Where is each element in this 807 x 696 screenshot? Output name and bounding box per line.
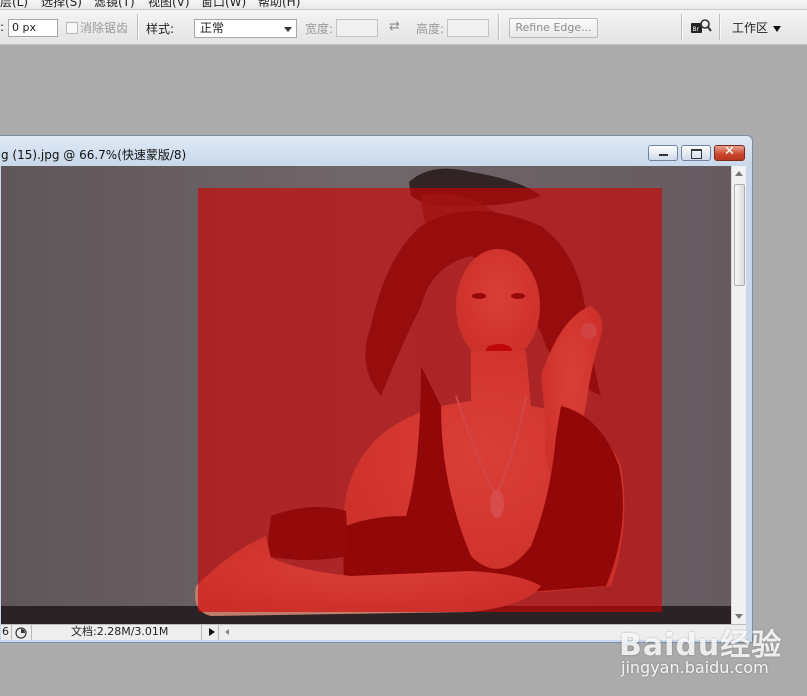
canvas[interactable]	[1, 166, 731, 624]
divider	[137, 14, 139, 40]
document-title: g (15).jpg @ 66.7%(快速蒙版/8)	[1, 148, 187, 162]
bridge-search-icon[interactable]: Br	[690, 18, 712, 36]
maximize-icon	[691, 149, 702, 159]
scroll-left-icon[interactable]	[225, 629, 229, 635]
close-icon: ✕	[724, 144, 735, 159]
workspace-button[interactable]: 工作区	[732, 19, 782, 36]
status-info-icon[interactable]	[15, 627, 27, 639]
width-label: 宽度:	[305, 22, 334, 36]
minimize-icon	[659, 154, 668, 156]
minimize-button[interactable]	[648, 145, 678, 161]
document-size: 文档:2.28M/3.01M	[71, 625, 169, 638]
menu-bar: 层(L) 选择(S) 滤镜(T) 视图(V) 窗口(W) 帮助(H)	[0, 0, 807, 10]
close-button[interactable]: ✕	[714, 144, 745, 161]
swap-arrows-icon[interactable]: ⇄	[389, 19, 400, 34]
feather-label-colon: :	[0, 20, 5, 34]
svg-text:Br: Br	[693, 26, 700, 33]
scroll-down-icon[interactable]	[735, 614, 743, 619]
width-input[interactable]	[336, 19, 378, 37]
chevron-down-icon	[284, 27, 292, 32]
divider	[31, 625, 32, 640]
divider	[11, 625, 12, 640]
menu-help[interactable]: 帮助(H)	[258, 0, 300, 9]
antialias-label: 消除锯齿	[80, 21, 129, 35]
divider	[498, 14, 500, 40]
menu-filter[interactable]: 滤镜(T)	[94, 0, 135, 9]
quick-mask-selection[interactable]	[198, 188, 662, 612]
photo-canvas[interactable]	[1, 166, 731, 624]
workspace-label: 工作区	[732, 21, 769, 35]
options-bar: : 0 px 消除锯齿 样式: 正常 宽度: ⇄ 高度: Refine Edge…	[0, 10, 807, 45]
maximize-button[interactable]	[681, 145, 711, 161]
antialias-checkbox[interactable]	[66, 22, 78, 34]
menu-window[interactable]: 窗口(W)	[201, 0, 246, 9]
scroll-thumb[interactable]	[734, 184, 745, 286]
menu-layer[interactable]: 层(L)	[0, 0, 28, 9]
height-label: 高度:	[416, 22, 445, 36]
divider	[201, 625, 202, 640]
zoom-value[interactable]: 6	[2, 625, 9, 639]
baidu-watermark-url: jingyan.baidu.com	[621, 658, 769, 677]
height-input[interactable]	[447, 19, 489, 37]
status-menu-arrow-icon[interactable]	[209, 628, 215, 636]
document-window: g (15).jpg @ 66.7%(快速蒙版/8) ✕ 6 文档:2.28M/…	[0, 135, 753, 643]
divider	[681, 14, 683, 40]
style-select-value: 正常	[200, 21, 225, 35]
chevron-down-icon	[773, 25, 782, 32]
menu-select[interactable]: 选择(S)	[41, 0, 82, 9]
divider	[218, 625, 219, 640]
menu-view[interactable]: 视图(V)	[148, 0, 190, 9]
feather-input[interactable]: 0 px	[8, 19, 58, 37]
scroll-up-icon[interactable]	[735, 171, 743, 176]
style-label: 样式:	[146, 22, 175, 36]
style-select[interactable]: 正常	[194, 19, 297, 38]
divider	[719, 14, 721, 40]
refine-edge-button[interactable]: Refine Edge...	[509, 18, 598, 38]
vertical-scrollbar[interactable]	[731, 166, 746, 624]
